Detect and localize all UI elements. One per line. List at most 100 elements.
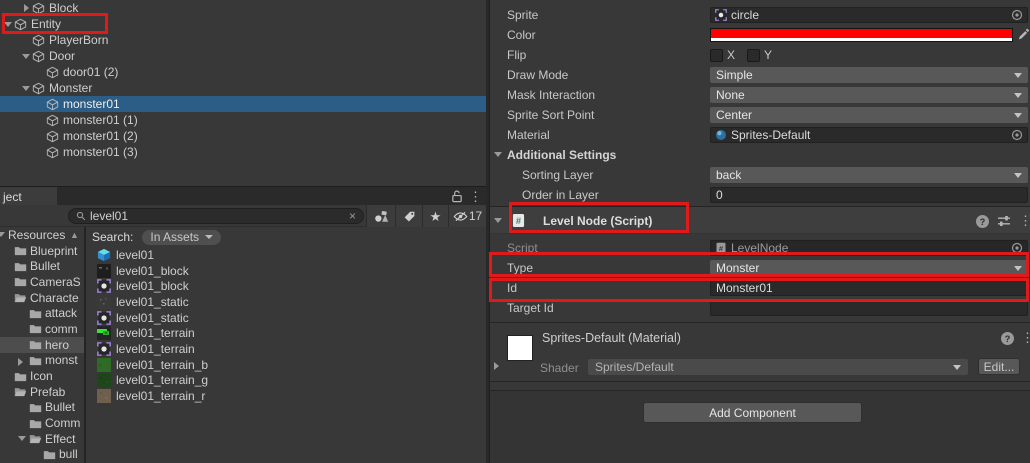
- foldout-collapsed-icon[interactable]: [18, 358, 23, 366]
- hierarchy-item-monster[interactable]: Monster: [0, 80, 486, 96]
- hierarchy-item-monster01-1[interactable]: monster01 (1): [0, 112, 486, 128]
- flip-y-checkbox[interactable]: [747, 49, 760, 62]
- tab-project-label: ject: [3, 190, 22, 204]
- mask-interaction-dropdown[interactable]: None: [710, 87, 1028, 103]
- order-in-layer-label: Order in Layer: [522, 188, 599, 202]
- material-object-field[interactable]: Sprites-Default: [710, 127, 1028, 143]
- foldout-expanded-icon[interactable]: [494, 218, 502, 223]
- chevron-down-icon: [1014, 173, 1022, 178]
- folder-item-prefab[interactable]: Prefab: [0, 384, 84, 400]
- folder-item-blueprint[interactable]: Blueprint: [0, 243, 84, 259]
- hierarchy-item-monster01[interactable]: monster01: [0, 96, 486, 112]
- material-preview-thumbnail[interactable]: [507, 335, 533, 361]
- asset-item-level01[interactable]: level01: [86, 247, 486, 263]
- material-section-title: Sprites-Default (Material): [542, 331, 681, 345]
- asset-item-level01-block[interactable]: level01_block: [86, 278, 486, 294]
- foldout-expanded-icon[interactable]: [494, 152, 502, 157]
- flip-x-checkbox[interactable]: [710, 49, 723, 62]
- asset-item-label: level01_terrain: [116, 342, 195, 356]
- object-picker-icon[interactable]: [1011, 9, 1023, 21]
- scroll-up-icon[interactable]: ▲: [70, 230, 79, 240]
- asset-item-level01-terrain-r[interactable]: level01_terrain_r: [86, 388, 486, 404]
- search-clear-icon[interactable]: ×: [349, 209, 356, 223]
- hierarchy-item-label: monster01 (1): [63, 113, 138, 127]
- asset-item-level01-terrain-g[interactable]: level01_terrain_g: [86, 373, 486, 389]
- favorites-button[interactable]: ★: [422, 205, 448, 227]
- search-input[interactable]: level01 ×: [68, 208, 364, 224]
- order-in-layer-value: 0: [716, 188, 723, 202]
- search-scope-dropdown[interactable]: In Assets: [142, 230, 221, 245]
- foldout-collapsed-icon[interactable]: [20, 4, 32, 12]
- additional-settings-row[interactable]: Additional Settings: [490, 145, 1030, 165]
- tab-project[interactable]: ject: [0, 187, 57, 206]
- foldout-expanded-icon[interactable]: [0, 232, 5, 237]
- hidden-count-button[interactable]: 17: [448, 205, 486, 227]
- color-swatch[interactable]: [710, 28, 1013, 42]
- edit-material-button[interactable]: Edit...: [978, 358, 1020, 375]
- folder-item-comm[interactable]: Comm: [0, 415, 84, 431]
- annotation-box-entity: [2, 13, 108, 34]
- shader-dropdown[interactable]: Sprites/Default: [588, 359, 968, 375]
- asset-item-level01-block[interactable]: level01_block: [86, 263, 486, 279]
- hierarchy-item-label: monster01: [63, 97, 120, 111]
- folder-item-characte[interactable]: Characte: [0, 290, 84, 306]
- asset-item-level01-terrain[interactable]: level01_terrain: [86, 341, 486, 357]
- sprite-sort-point-value: Center: [716, 108, 752, 122]
- folder-item-monst[interactable]: monst: [0, 353, 84, 369]
- hierarchy-item-door01-2[interactable]: door01 (2): [0, 64, 486, 80]
- material-row: Material Sprites-Default: [490, 125, 1030, 145]
- foldout-collapsed-icon[interactable]: [494, 362, 499, 370]
- folder-icon: [29, 308, 42, 319]
- foldout-expanded-icon[interactable]: [20, 86, 32, 91]
- folder-item-effect[interactable]: Effect: [0, 431, 84, 447]
- edit-button-label: Edit...: [984, 360, 1015, 374]
- texture-dark-icon: [97, 264, 111, 278]
- help-icon[interactable]: ?: [1001, 332, 1014, 345]
- folder-item-bull[interactable]: bull: [0, 447, 84, 463]
- help-icon[interactable]: ?: [976, 215, 989, 228]
- folder-item-bullet[interactable]: Bullet: [0, 258, 84, 274]
- lock-icon[interactable]: [451, 190, 463, 203]
- folder-item-hero[interactable]: hero: [0, 337, 84, 353]
- add-component-button[interactable]: Add Component: [643, 402, 862, 423]
- material-menu-kebab-icon[interactable]: ⋮: [1021, 331, 1030, 344]
- asset-item-label: level01_terrain_b: [116, 358, 208, 372]
- asset-item-level01-terrain-b[interactable]: level01_terrain_b: [86, 357, 486, 373]
- asset-item-level01-terrain[interactable]: level01_terrain: [86, 325, 486, 341]
- sprite-object-field[interactable]: circle: [710, 7, 1028, 23]
- folder-item-icon[interactable]: Icon: [0, 368, 84, 384]
- project-tab-bar: ject ⋮: [0, 186, 486, 205]
- foldout-expanded-icon[interactable]: [18, 436, 26, 441]
- sprite-icon: [97, 342, 111, 356]
- eyedropper-icon[interactable]: [1017, 28, 1030, 41]
- order-in-layer-field[interactable]: 0: [710, 187, 1028, 203]
- folder-icon: [14, 276, 27, 287]
- presets-icon[interactable]: [997, 215, 1011, 227]
- draw-mode-dropdown[interactable]: Simple: [710, 67, 1028, 83]
- folder-item-comm[interactable]: comm: [0, 321, 84, 337]
- target-id-field[interactable]: [710, 300, 1028, 316]
- filter-by-label-button[interactable]: [395, 205, 422, 227]
- folder-item-cameras[interactable]: CameraS: [0, 274, 84, 290]
- asset-item-label: level01_terrain_g: [116, 373, 208, 387]
- component-menu-kebab-icon[interactable]: ⋮: [1019, 214, 1030, 227]
- hierarchy-item-door[interactable]: Door: [0, 48, 486, 64]
- asset-item-level01-static[interactable]: level01_static: [86, 294, 486, 310]
- folder-item-bullet[interactable]: Bullet: [0, 400, 84, 416]
- folder-item-attack[interactable]: attack: [0, 305, 84, 321]
- project-menu-kebab-icon[interactable]: ⋮: [469, 190, 482, 203]
- hierarchy-item-monster01-3[interactable]: monster01 (3): [0, 144, 486, 160]
- foldout-expanded-icon[interactable]: [20, 54, 32, 59]
- object-picker-icon[interactable]: [1011, 129, 1023, 141]
- label-tag-icon: [402, 210, 417, 223]
- sorting-layer-dropdown[interactable]: back: [710, 167, 1028, 183]
- asset-item-level01-static[interactable]: level01_static: [86, 310, 486, 326]
- folder-item-label: Bullet: [30, 259, 60, 273]
- folder-icon: [43, 449, 56, 460]
- filter-by-type-button[interactable]: [366, 205, 395, 227]
- unity-editor-window: BlockEntityPlayerBornDoordoor01 (2)Monst…: [0, 0, 1030, 463]
- hierarchy-item-playerborn[interactable]: PlayerBorn: [0, 32, 486, 48]
- folder-item-label: Prefab: [30, 385, 65, 399]
- sprite-sort-point-dropdown[interactable]: Center: [710, 107, 1028, 123]
- hierarchy-item-monster01-2[interactable]: monster01 (2): [0, 128, 486, 144]
